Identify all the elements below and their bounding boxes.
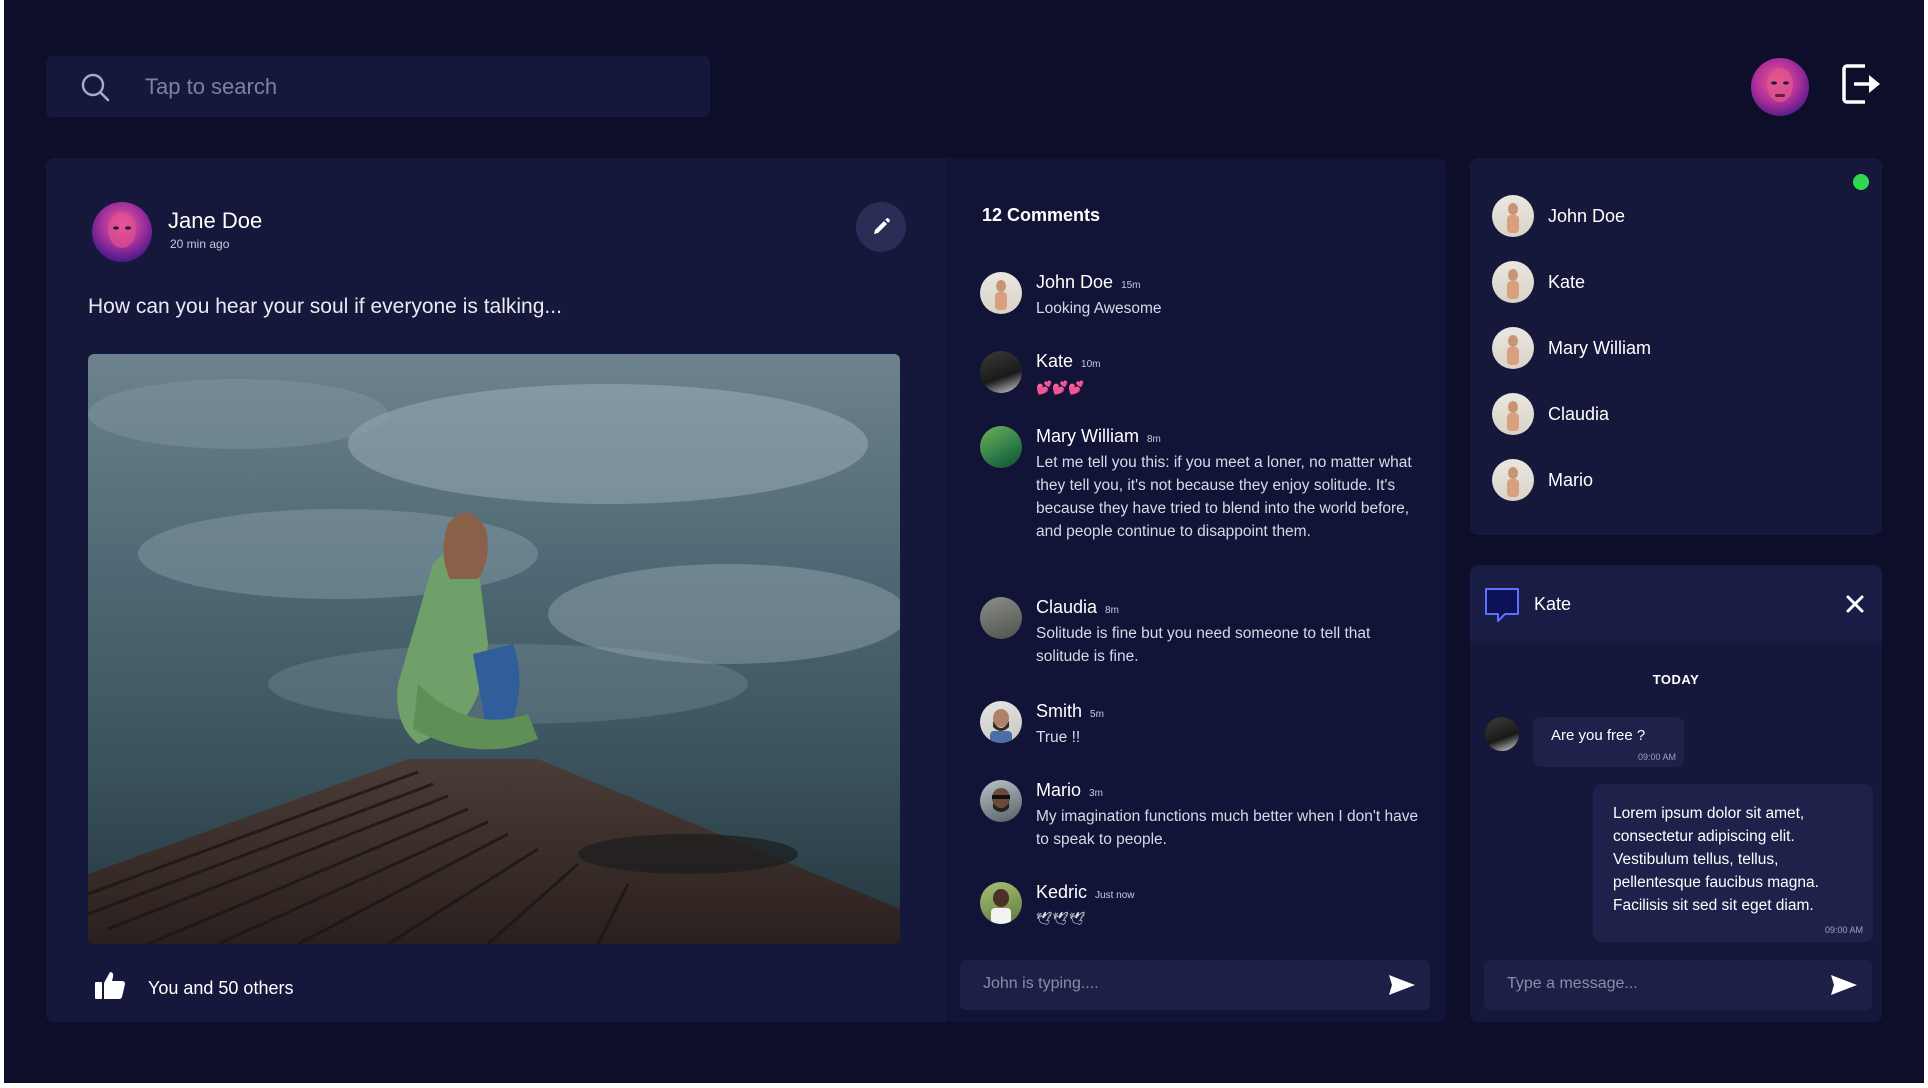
comment-author[interactable]: Claudia 8m	[1036, 597, 1119, 618]
likes-count[interactable]: You and 50 others	[148, 978, 293, 999]
post-author-name[interactable]: Jane Doe	[168, 208, 262, 234]
friend-name[interactable]: Kate	[1548, 272, 1585, 293]
comment-author[interactable]: Kate 10m	[1036, 351, 1100, 372]
comment-text: Solitude is fine but you need someone to…	[1036, 625, 1371, 665]
comment-time: 5m	[1090, 709, 1104, 720]
avatar[interactable]	[1492, 327, 1534, 369]
comment-author-name[interactable]: Smith	[1036, 701, 1082, 721]
comment-author-name[interactable]: Kedric	[1036, 882, 1087, 902]
search-input[interactable]: Tap to search	[145, 74, 277, 100]
logout-icon[interactable]	[1841, 62, 1881, 106]
chat-contact-name: Kate	[1534, 594, 1572, 614]
avatar[interactable]	[980, 351, 1022, 393]
avatar[interactable]	[980, 272, 1022, 314]
comments-panel: 12 Comments John Doe 15m Looking Awesome …	[946, 158, 1446, 1022]
comment-author[interactable]: Mary William 8m	[1036, 426, 1161, 447]
thumbs-up-icon[interactable]	[94, 969, 126, 1001]
avatar[interactable]	[980, 882, 1022, 924]
avatar[interactable]	[980, 426, 1022, 468]
avatar[interactable]	[980, 597, 1022, 639]
message-text: Are you free ?	[1551, 727, 1646, 744]
friend-name[interactable]: John Doe	[1548, 206, 1625, 227]
avatar[interactable]	[1492, 261, 1534, 303]
chat-input[interactable]: Type a message...	[1484, 960, 1872, 1010]
chat-input-placeholder[interactable]: Type a message...	[1507, 975, 1638, 993]
comment-author[interactable]: Smith 5m	[1036, 701, 1104, 722]
chat-window: Kate TODAY Are you free ? 09:00 AM Lorem…	[1470, 565, 1882, 1022]
send-icon[interactable]	[1388, 973, 1416, 997]
comment-author-name[interactable]: Kate	[1036, 351, 1073, 371]
avatar[interactable]	[980, 701, 1022, 743]
comment-author-name[interactable]: John Doe	[1036, 272, 1113, 292]
send-icon[interactable]	[1830, 973, 1858, 997]
chat-bubble-icon	[1485, 588, 1519, 622]
comment-author-name[interactable]: Claudia	[1036, 597, 1097, 617]
comment-text: 🕊🕊🕊	[1036, 911, 1086, 926]
post-author-avatar[interactable]	[92, 202, 152, 262]
comment-input[interactable]: John is typing....	[960, 960, 1430, 1010]
friend-name[interactable]: Claudia	[1548, 404, 1609, 425]
message-text: Lorem ipsum dolor sit amet, consectetur …	[1613, 805, 1819, 914]
friend-name[interactable]: Mary William	[1548, 338, 1651, 359]
avatar[interactable]	[1492, 195, 1534, 237]
post-time: 20 min ago	[170, 237, 230, 251]
comment-author[interactable]: John Doe 15m	[1036, 272, 1141, 293]
comment-author-name[interactable]: Mario	[1036, 780, 1081, 800]
comment-text: 💕💕💕	[1036, 380, 1085, 395]
edit-button[interactable]	[856, 202, 906, 252]
comment-text: True !!	[1036, 729, 1081, 746]
avatar[interactable]	[980, 780, 1022, 822]
chat-header: Kate	[1470, 565, 1882, 643]
outgoing-message: Lorem ipsum dolor sit amet, consectetur …	[1593, 784, 1873, 942]
post-image[interactable]	[88, 354, 900, 944]
friend-name[interactable]: Mario	[1548, 470, 1593, 491]
close-icon[interactable]	[1844, 593, 1866, 615]
friends-list: John Doe Kate Mary William Claudia Mario	[1470, 158, 1882, 535]
post-text: How can you hear your soul if everyone i…	[88, 295, 562, 318]
comment-text: Looking Awesome	[1036, 300, 1162, 317]
search-icon	[81, 73, 110, 102]
comment-input-placeholder[interactable]: John is typing....	[983, 975, 1099, 993]
comment-text: Let me tell you this: if you meet a lone…	[1036, 454, 1412, 540]
avatar[interactable]	[1485, 717, 1519, 751]
comment-text: My imagination functions much better whe…	[1036, 808, 1419, 848]
message-time: 09:00 AM	[1824, 925, 1863, 935]
comment-time: Just now	[1095, 890, 1135, 901]
app-root: Tap to search Jane Doe 20 min ago How ca…	[4, 0, 1924, 1083]
comment-time: 8m	[1105, 605, 1119, 616]
comment-time: 3m	[1089, 788, 1103, 799]
comment-author-name[interactable]: Mary William	[1036, 426, 1139, 446]
avatar[interactable]	[1492, 459, 1534, 501]
search-bar[interactable]: Tap to search	[46, 56, 710, 117]
pencil-icon	[874, 218, 890, 234]
avatar[interactable]	[1751, 58, 1809, 116]
avatar[interactable]	[1492, 393, 1534, 435]
incoming-message: Are you free ? 09:00 AM	[1533, 717, 1684, 767]
comment-time: 8m	[1147, 434, 1161, 445]
chat-date-divider: TODAY	[1652, 672, 1700, 687]
comments-title: 12 Comments	[982, 205, 1101, 225]
comment-time: 15m	[1121, 280, 1141, 291]
comment-author[interactable]: Mario 3m	[1036, 780, 1103, 801]
message-time: 09:00 AM	[1637, 752, 1676, 762]
comment-author[interactable]: Kedric Just now	[1036, 882, 1135, 903]
post-card: Jane Doe 20 min ago How can you hear you…	[46, 158, 946, 1022]
comment-time: 10m	[1081, 359, 1101, 370]
online-status-dot	[1853, 174, 1869, 190]
